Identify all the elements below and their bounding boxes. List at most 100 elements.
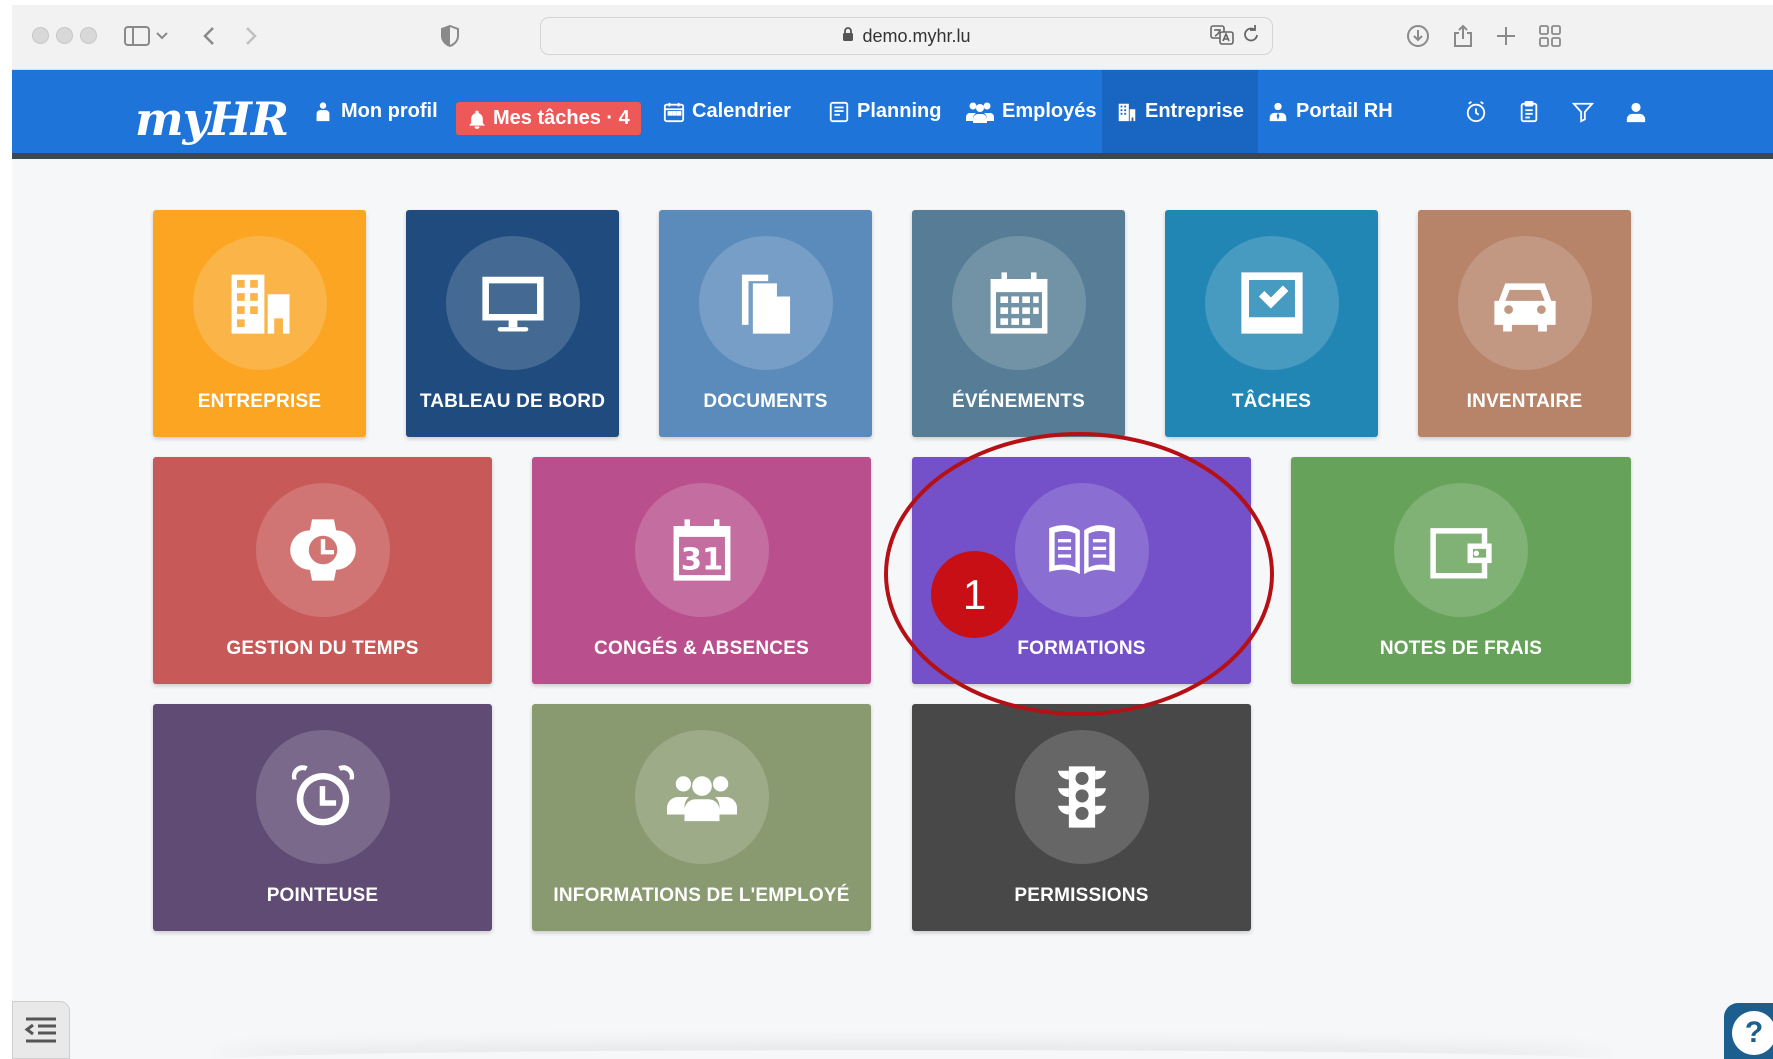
tile-label: PERMISSIONS — [1014, 885, 1149, 906]
new-tab-icon[interactable] — [1491, 21, 1521, 51]
tile-evenements[interactable]: ÉVÉNEMENTS — [912, 210, 1125, 437]
tile-entreprise[interactable]: ENTREPRISE — [153, 210, 366, 437]
watch-icon — [289, 519, 356, 581]
filter-icon[interactable] — [1569, 98, 1597, 126]
nav-label: Portail RH — [1296, 100, 1393, 122]
open-book-icon — [1048, 525, 1115, 575]
chevron-down-icon[interactable] — [152, 21, 172, 51]
myhr-logo[interactable]: myHR — [135, 92, 289, 146]
tile-inventaire[interactable]: INVENTAIRE — [1418, 210, 1631, 437]
monitor-icon — [481, 276, 544, 332]
documents-icon — [741, 274, 790, 334]
tile-notes-de-frais[interactable]: NOTES DE FRAIS — [1291, 457, 1631, 684]
tab-overview-icon[interactable] — [1535, 21, 1565, 51]
translate-icon[interactable] — [1210, 24, 1234, 51]
tile-label: INFORMATIONS DE L'EMPLOYÉ — [553, 885, 850, 906]
tile-icon-circle: 31 — [634, 483, 769, 617]
nav-label: Entreprise — [1145, 100, 1244, 122]
tile-icon-circle — [634, 730, 769, 864]
tile-informations-employe[interactable]: INFORMATIONS DE L'EMPLOYÉ — [532, 704, 871, 931]
tile-taches[interactable]: TÂCHES — [1165, 210, 1378, 437]
back-icon[interactable] — [194, 21, 224, 51]
calendar-icon — [663, 102, 685, 122]
nav-planning[interactable]: Planning — [828, 70, 941, 153]
tile-icon-circle — [1457, 236, 1592, 370]
planning-icon — [829, 101, 849, 122]
tile-label: ÉVÉNEMENTS — [952, 391, 1085, 412]
nav-calendrier[interactable]: Calendrier — [663, 70, 791, 153]
nav-label: Employés — [1002, 100, 1097, 122]
sidebar-toggle-icon[interactable] — [122, 21, 152, 51]
tile-conges-absences[interactable]: 31 CONGÉS & ABSENCES — [532, 457, 871, 684]
users-icon — [966, 102, 994, 123]
share-icon[interactable] — [1448, 21, 1478, 51]
clock-icon[interactable] — [1462, 98, 1490, 126]
nav-employes[interactable]: Employés — [965, 70, 1096, 153]
tile-icon-circle — [445, 236, 580, 370]
user-account-icon[interactable] — [1622, 98, 1650, 126]
svg-text:31: 31 — [680, 543, 723, 578]
tile-tableau-de-bord[interactable]: TABLEAU DE BORD — [406, 210, 619, 437]
bell-icon — [469, 110, 485, 129]
tile-permissions[interactable]: PERMISSIONS — [912, 704, 1251, 931]
traffic-light-icon — [1057, 766, 1106, 828]
nav-entreprise[interactable]: Entreprise — [1102, 70, 1258, 153]
users-icon — [666, 776, 737, 822]
nav-label: Calendrier — [692, 100, 791, 122]
tile-label: TABLEAU DE BORD — [419, 391, 606, 412]
wallet-icon — [1430, 528, 1492, 579]
tile-icon-circle — [698, 236, 833, 370]
tile-gestion-du-temps[interactable]: GESTION DU TEMPS — [153, 457, 492, 684]
lock-icon — [842, 26, 854, 47]
browser-window: demo.myhr.lu myHR Mon profil Mes tâches … — [12, 5, 1773, 1059]
tile-label: NOTES DE FRAIS — [1379, 638, 1543, 659]
bottom-shadow — [212, 1050, 1612, 1059]
calendar-31-icon: 31 — [673, 519, 730, 581]
address-bar[interactable]: demo.myhr.lu — [540, 17, 1273, 55]
tile-documents[interactable]: DOCUMENTS — [659, 210, 872, 437]
tile-icon-circle — [1394, 483, 1528, 617]
tile-label: ENTREPRISE — [197, 391, 322, 412]
close-window-button[interactable] — [32, 27, 49, 44]
tile-label: CONGÉS & ABSENCES — [594, 638, 809, 659]
tile-label: FORMATIONS — [1017, 638, 1146, 659]
clipboard-icon[interactable] — [1515, 98, 1543, 126]
help-button[interactable]: ? — [1724, 1003, 1773, 1059]
tile-icon-circle — [951, 236, 1086, 370]
forward-icon[interactable] — [236, 21, 266, 51]
tile-icon-circle — [1204, 236, 1339, 370]
tile-pointeuse[interactable]: POINTEUSE — [153, 704, 492, 931]
tile-label: POINTEUSE — [266, 885, 379, 906]
browser-toolbar: demo.myhr.lu — [12, 5, 1773, 70]
tile-label: INVENTAIRE — [1466, 391, 1583, 412]
tile-icon-circle — [255, 483, 390, 617]
person-tie-icon — [1269, 102, 1287, 121]
nav-mes-taches[interactable]: Mes tâches · 4 — [456, 102, 641, 135]
downloads-icon[interactable] — [1403, 21, 1433, 51]
nav-label: Mon profil — [341, 100, 438, 122]
url-text: demo.myhr.lu — [862, 25, 971, 46]
app-navbar: myHR Mon profil Mes tâches · 4 Calendrie… — [12, 70, 1773, 159]
tile-label: TÂCHES — [1231, 391, 1312, 412]
alarm-clock-icon — [291, 765, 354, 826]
collapse-menu-button[interactable] — [12, 1001, 70, 1059]
minimize-window-button[interactable] — [56, 27, 73, 44]
zoom-window-button[interactable] — [80, 27, 97, 44]
nav-label: Mes tâches · 4 — [493, 107, 630, 129]
building-icon — [231, 274, 290, 334]
nav-label: Planning — [857, 100, 942, 122]
task-check-icon — [1240, 272, 1303, 334]
building-icon — [1118, 103, 1136, 121]
tile-icon-circle — [1014, 730, 1149, 864]
tile-icon-circle — [192, 236, 327, 370]
person-icon — [316, 101, 330, 121]
car-icon — [1493, 283, 1556, 332]
privacy-shield-icon[interactable] — [435, 21, 465, 51]
tile-icon-circle — [1014, 483, 1149, 617]
nav-mon-profil[interactable]: Mon profil — [312, 70, 438, 153]
annotation-marker: 1 — [931, 551, 1018, 638]
tile-icon-circle — [255, 730, 390, 864]
nav-portail-rh[interactable]: Portail RH — [1267, 70, 1393, 153]
help-icon: ? — [1732, 1011, 1773, 1055]
reload-icon[interactable] — [1242, 24, 1260, 51]
